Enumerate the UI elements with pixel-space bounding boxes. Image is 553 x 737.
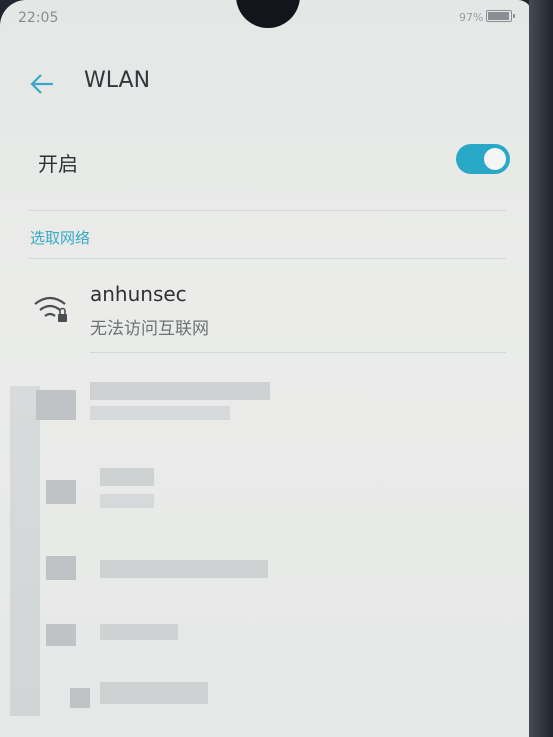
- divider: [28, 210, 506, 211]
- divider: [28, 258, 506, 259]
- network-status: 无法访问互联网: [90, 319, 209, 339]
- divider: [90, 352, 506, 353]
- pixelated-network-item[interactable]: [10, 674, 510, 737]
- pixelated-network-list: [10, 368, 510, 737]
- back-arrow-icon[interactable]: [28, 70, 56, 98]
- phone-screen: 22:05 97% WLAN 开启 选取网络 anhunsec 无法访问互联网: [0, 0, 532, 737]
- pixelated-network-item[interactable]: [10, 458, 510, 522]
- wlan-toggle-switch[interactable]: [456, 144, 510, 174]
- page-title: WLAN: [84, 68, 151, 93]
- toggle-knob: [484, 148, 506, 170]
- status-bar: 22:05 97%: [0, 0, 532, 36]
- network-name: anhunsec: [90, 282, 187, 306]
- wifi-lock-icon: [32, 292, 72, 326]
- battery-percent: 97%: [459, 11, 484, 24]
- status-time: 22:05: [18, 10, 59, 26]
- section-header: 选取网络: [30, 229, 91, 247]
- network-item-anhunsec[interactable]: anhunsec 无法访问互联网: [0, 270, 532, 350]
- phone-bezel: [529, 0, 553, 737]
- app-bar: WLAN: [0, 56, 532, 108]
- pixelated-network-item[interactable]: [10, 544, 510, 608]
- pixelated-network-item[interactable]: [10, 374, 510, 438]
- battery-icon: [486, 10, 515, 22]
- wlan-toggle-row[interactable]: 开启: [0, 134, 532, 190]
- pixelated-network-item[interactable]: [10, 614, 510, 678]
- wlan-toggle-label: 开启: [38, 152, 78, 176]
